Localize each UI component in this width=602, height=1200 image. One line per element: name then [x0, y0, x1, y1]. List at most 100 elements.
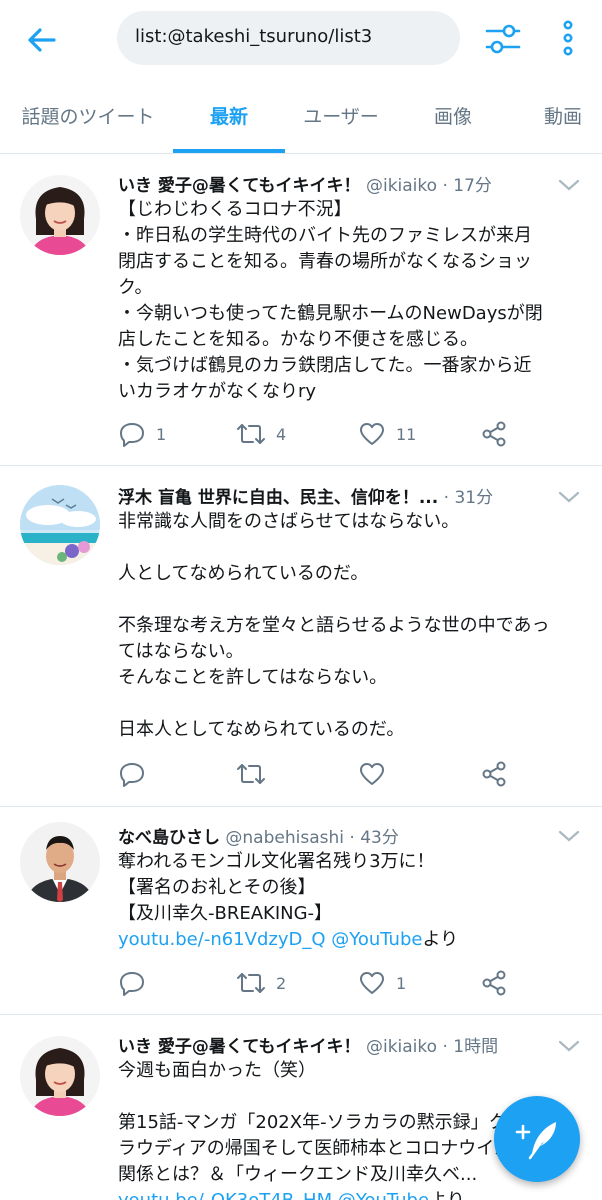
tweet-link-url[interactable]: youtu.be/-n61VdzyD_Q: [118, 929, 326, 950]
tweet-author-name[interactable]: いき 愛子@暑くてもイキイキ！: [118, 176, 361, 196]
heart-icon: [360, 972, 384, 994]
speech-bubble-icon: [120, 423, 144, 447]
tweet-timestamp: 43分: [360, 828, 399, 848]
tab-users[interactable]: ユーザー: [295, 88, 387, 154]
tweet-text-line: 【じわじわくるコロナ不況】: [118, 199, 352, 220]
tweet-header: いき 愛子@暑くてもイキイキ！ @ikiaiko · 1時間: [118, 1032, 554, 1060]
tweet-menu-button[interactable]: [558, 489, 580, 503]
search-input[interactable]: list:@takeshi_tsuruno/list3: [117, 11, 460, 65]
retweet-count: 2: [276, 973, 287, 993]
tweet[interactable]: なべ島ひさし @nabehisashi · 43分 奪われるモンゴル文化署名残り…: [0, 808, 602, 1015]
tweet-text-line: 非常識な人間をのさばらせてはならない。: [118, 511, 460, 532]
tweet-author-name[interactable]: なべ島ひさし: [118, 828, 220, 848]
tweet-text-line: [118, 535, 578, 561]
avatar[interactable]: [20, 1036, 100, 1116]
tweet-header: 浮木 盲亀 世界に自由、民主、信仰を！... · 31分: [118, 483, 554, 511]
tweet-text-line: そんなことを許してはならない。: [118, 667, 388, 688]
tab-latest[interactable]: 最新: [173, 88, 285, 154]
tweet-header: いき 愛子@暑くてもイキイキ！ @ikiaiko · 17分: [118, 171, 554, 199]
separator-dot: ·: [443, 488, 450, 508]
tweet-menu-button[interactable]: [558, 1038, 580, 1052]
tweet-author-name[interactable]: 浮木 盲亀 世界に自由、民主、信仰を！...: [118, 488, 438, 508]
tweet-text-line: いカラオケがなくなりry: [118, 381, 317, 402]
tweet-text-line: 日本人としてなめられているのだ。: [118, 719, 405, 740]
tweet-text-line: ク。: [118, 277, 153, 298]
chevron-down-icon: [558, 491, 580, 503]
share-button[interactable]: [480, 968, 508, 998]
retweet-count: 4: [276, 424, 287, 444]
retweet-button[interactable]: 4: [236, 419, 286, 449]
avatar[interactable]: [20, 175, 100, 255]
tweet-actions: 2 1: [118, 968, 518, 998]
retweet-icon: [237, 764, 265, 784]
tweet-link-mention[interactable]: @YouTube: [331, 929, 422, 950]
like-button[interactable]: 11: [358, 419, 416, 449]
tweet-text-line: 人としてなめられているのだ。: [118, 563, 369, 584]
tweet-timestamp: 31分: [454, 488, 494, 508]
separator-dot: ·: [442, 176, 448, 196]
reply-button[interactable]: 1: [118, 419, 166, 449]
speech-bubble-icon: [120, 972, 144, 996]
tweet-menu-button[interactable]: [558, 177, 580, 191]
heart-icon: [360, 423, 384, 445]
tweet-text-line: [118, 587, 578, 613]
retweet-button[interactable]: [236, 759, 276, 789]
separator-dot: ·: [349, 828, 355, 848]
tweet-timestamp: 17分: [453, 176, 492, 196]
back-button[interactable]: [24, 22, 60, 58]
tweet-header: なべ島ひさし @nabehisashi · 43分: [118, 823, 554, 851]
like-button[interactable]: 1: [358, 968, 406, 998]
tweet-author-handle: @ikiaiko: [365, 1037, 438, 1057]
tweet-author-name[interactable]: いき 愛子@暑くてもイキイキ！: [118, 1037, 361, 1057]
like-count: 11: [396, 424, 417, 444]
tweet-link-suffix: より: [422, 929, 459, 950]
separator-dot: ·: [442, 1037, 448, 1057]
retweet-button[interactable]: 2: [236, 968, 286, 998]
tab-top-tweets[interactable]: 話題のツイート: [14, 88, 162, 154]
sliders-icon: [485, 24, 521, 54]
tweet-text: 奪われるモンゴル文化署名残り3万に！ 【署名のお礼とその後】 【及川幸久-BRE…: [118, 849, 578, 953]
tweet-link-suffix: より: [429, 1190, 465, 1200]
share-icon: [482, 970, 506, 996]
tweet-text-line: 【署名のお礼とその後】: [118, 877, 316, 898]
avatar[interactable]: [20, 822, 100, 902]
tweet[interactable]: いき 愛子@暑くてもイキイキ！ @ikiaiko · 17分 【じわじわくるコロ…: [0, 155, 602, 466]
active-tab-indicator: [173, 149, 285, 153]
reply-button[interactable]: [118, 759, 156, 789]
tweet-text: 【じわじわくるコロナ不況】 ・昨日私の学生時代のバイト先のファミレスが来月 閉店…: [118, 197, 578, 405]
tweet-text-line: 奪われるモンゴル文化署名残り3万に！: [118, 851, 435, 872]
top-app-bar: list:@takeshi_tsuruno/list3: [0, 0, 602, 78]
share-icon: [482, 761, 506, 787]
search-tabs: 話題のツイート 最新 ユーザー 画像 動画: [0, 88, 602, 154]
retweet-icon: [237, 424, 265, 444]
tweet-text-line: 閉店することを知る。青春の場所がなくなるショッ: [118, 251, 532, 272]
reply-count: 1: [156, 424, 167, 444]
tab-videos[interactable]: 動画: [530, 88, 596, 154]
tab-images[interactable]: 画像: [420, 88, 486, 154]
chevron-down-icon: [558, 1040, 580, 1052]
reply-button[interactable]: [118, 968, 156, 998]
compose-tweet-button[interactable]: [494, 1096, 580, 1182]
share-icon: [482, 421, 506, 447]
like-button[interactable]: [358, 759, 396, 789]
search-filter-button[interactable]: [484, 20, 522, 58]
tweet-actions: 1 4 11: [118, 419, 518, 449]
tweet-link-url[interactable]: youtu.be/-OK3oT4B_HM: [118, 1190, 332, 1200]
tweet-text-line: [118, 691, 578, 717]
tweet-text-line: ・今朝いつも使ってた鶴見駅ホームのNewDaysが閉: [118, 303, 543, 324]
avatar[interactable]: [20, 485, 100, 565]
chevron-down-icon: [558, 830, 580, 842]
more-options-button[interactable]: [556, 18, 580, 58]
share-button[interactable]: [480, 419, 508, 449]
search-query-text: list:@takeshi_tsuruno/list3: [135, 26, 373, 47]
tweet[interactable]: 浮木 盲亀 世界に自由、民主、信仰を！... · 31分 非常識な人間をのさばら…: [0, 467, 602, 807]
tweet-text: 非常識な人間をのさばらせてはならない。 人としてなめられているのだ。 不条理な考…: [118, 509, 578, 743]
tweet-text-line: ・昨日私の学生時代のバイト先のファミレスが来月: [118, 225, 532, 246]
like-count: 1: [396, 973, 407, 993]
tweet-link-line: youtu.be/-OK3oT4B_HM @YouTubeより: [118, 1188, 578, 1200]
share-button[interactable]: [480, 759, 508, 789]
tweet-menu-button[interactable]: [558, 828, 580, 842]
retweet-icon: [237, 973, 265, 993]
tweet-link-mention[interactable]: @YouTube: [338, 1190, 429, 1200]
heart-icon: [360, 763, 384, 785]
